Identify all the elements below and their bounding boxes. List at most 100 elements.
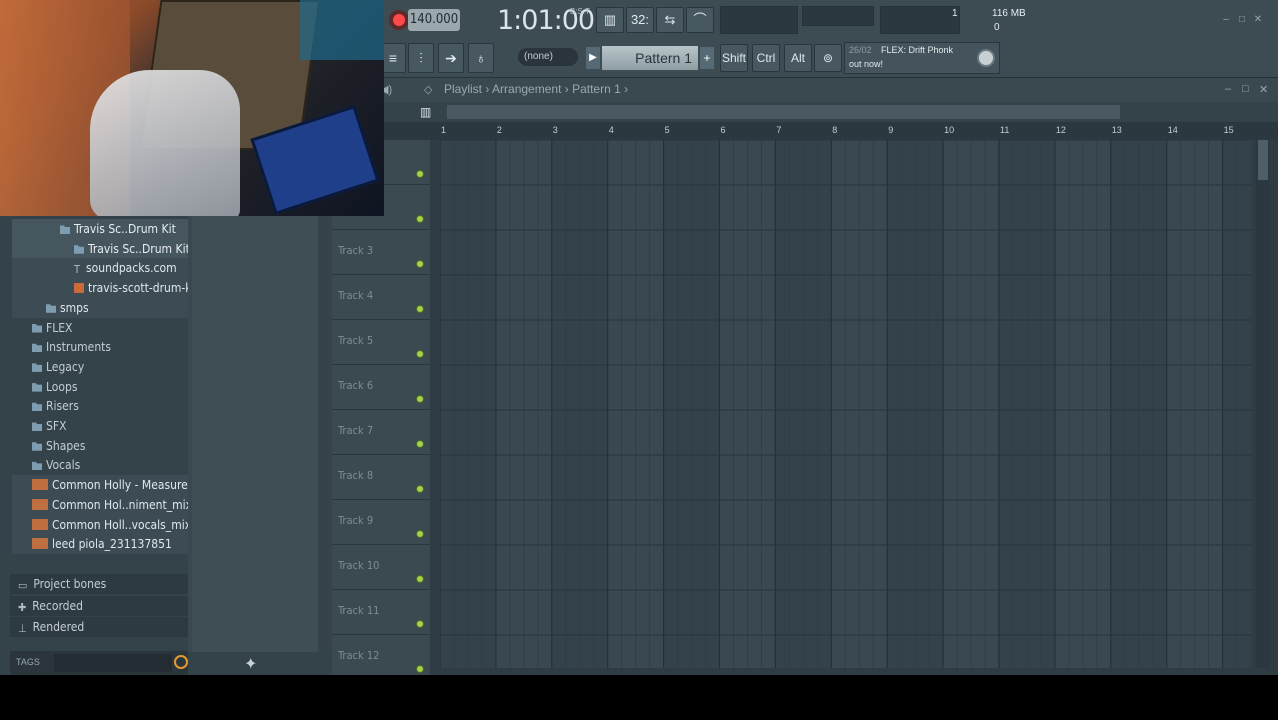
browser-item[interactable]: travis-scott-drum-kit	[12, 278, 199, 299]
folder-icon	[32, 461, 42, 471]
track-header[interactable]: Track 11	[332, 590, 430, 635]
typing-keyboard-icon[interactable]: ▥	[596, 7, 624, 33]
news-panel[interactable]: 26/02 FLEX: Drift Phonk out now!	[844, 42, 1000, 74]
pattern-prev-button[interactable]: ▶	[586, 47, 600, 69]
mixer-icon[interactable]: ⫶	[408, 43, 434, 73]
folder-icon	[32, 343, 42, 353]
track-header[interactable]: Track 12	[332, 635, 430, 675]
arrow-right-icon[interactable]: ➔	[438, 43, 464, 73]
browser-item[interactable]: Instruments	[12, 337, 188, 357]
track-header-column: Track 3 Track 4 Track 5 Track 6 Track 7 Track…	[332, 140, 430, 675]
news-badge-icon[interactable]	[977, 49, 995, 67]
browser-item[interactable]: Travis Sc..Drum Kit	[12, 219, 188, 239]
browser-item[interactable]: Common Holl..vocals_mixed	[12, 514, 204, 535]
shift-button[interactable]: Shift	[720, 44, 748, 72]
preview-area	[192, 216, 318, 652]
app-close-icon[interactable]: ✕	[1252, 14, 1264, 26]
vertical-scrollbar[interactable]	[1256, 122, 1270, 668]
tags-input[interactable]	[54, 654, 172, 672]
track-header[interactable]: Track 9	[332, 500, 430, 545]
track-mute-led[interactable]	[416, 620, 424, 628]
alt-button[interactable]: Alt	[784, 44, 812, 72]
bar-number: 1	[441, 125, 447, 135]
browser-item[interactable]: FLEX	[12, 318, 188, 338]
track-label: Track 12	[338, 649, 380, 662]
track-header[interactable]: Track 7	[332, 410, 430, 455]
browser-section[interactable]: ▭ Project bones	[10, 574, 188, 594]
browser-item-label: smps	[60, 300, 89, 315]
track-mute-led[interactable]	[416, 440, 424, 448]
bar-number: 3	[552, 125, 558, 135]
recorded-icon: ✚	[18, 600, 27, 614]
track-mute-led[interactable]	[416, 215, 424, 223]
browser-item[interactable]: Risers	[12, 396, 188, 416]
time-unit: B:S:T	[570, 7, 591, 16]
browser-item-label: FLEX	[46, 320, 73, 335]
tempo-display[interactable]: 140.000	[408, 9, 460, 31]
horizontal-scrollbar[interactable]	[447, 105, 1120, 119]
pattern-selector[interactable]: Pattern 1	[602, 46, 698, 70]
add-pattern-button[interactable]: +	[700, 47, 714, 69]
app-minimize-icon[interactable]: –	[1220, 14, 1232, 26]
track-header[interactable]: Track 8	[332, 455, 430, 500]
bar-number: 9	[888, 125, 894, 135]
bar-number: 12	[1055, 125, 1066, 135]
loop-record-icon[interactable]: ⇆	[656, 7, 684, 33]
piano-icon[interactable]: ▥	[420, 105, 431, 119]
track-mute-led[interactable]	[416, 575, 424, 583]
browser-item[interactable]: Vocals	[12, 455, 188, 475]
browser-panel: Travis Sc..Drum Kit Travis Sc..Drum Kit Ts…	[0, 216, 205, 675]
browser-item[interactable]: leed piola_231137851	[12, 534, 188, 555]
browser-item[interactable]: Shapes	[12, 436, 188, 456]
track-mute-led[interactable]	[416, 260, 424, 268]
playlist-grid[interactable]	[440, 140, 1252, 668]
browser-section[interactable]: ⊥ Rendered	[10, 617, 188, 637]
browser-item-label: Legacy	[46, 359, 85, 374]
browser-item[interactable]: Legacy	[12, 357, 188, 377]
file-icon	[74, 283, 84, 294]
track-mute-led[interactable]	[416, 395, 424, 403]
track-mute-led[interactable]	[416, 530, 424, 538]
master-volume[interactable]	[802, 6, 874, 26]
browser-item[interactable]: Travis Sc..Drum Kit	[12, 238, 190, 259]
browser-item[interactable]: Loops	[12, 377, 188, 397]
browser-item[interactable]: Tsoundpacks.com	[12, 258, 188, 279]
playlist-title: Playlist › Arrangement › Pattern 1 ›	[444, 82, 629, 96]
maximize-icon[interactable]: □	[1242, 83, 1249, 95]
track-header[interactable]: Track 10	[332, 545, 430, 590]
pattern-filter-select[interactable]: (none)	[518, 48, 578, 66]
record-button[interactable]	[389, 10, 409, 30]
browser-section[interactable]: ✚ Recorded	[10, 595, 188, 616]
search-icon[interactable]	[174, 655, 188, 669]
track-mute-led[interactable]	[416, 485, 424, 493]
track-header[interactable]: Track 5	[332, 320, 430, 365]
online-icon[interactable]: ⊚	[814, 44, 842, 72]
app-maximize-icon[interactable]: □	[1236, 14, 1248, 26]
arrow-icon[interactable]: ◇	[424, 83, 432, 96]
track-header[interactable]: Track 6	[332, 365, 430, 410]
ctrl-button[interactable]: Ctrl	[752, 44, 780, 72]
metronome-icon[interactable]: ⌒	[686, 7, 714, 33]
track-header[interactable]: Track 3	[332, 230, 430, 275]
browser-item[interactable]: smps	[12, 297, 188, 318]
folder-icon	[32, 383, 42, 392]
step-edit-icon[interactable]: 32:	[626, 7, 654, 33]
browser-item[interactable]: SFX	[12, 416, 188, 436]
browser-item[interactable]: Common Holly - Measured	[12, 475, 195, 496]
bar-ruler[interactable]: 1 2 3 4 5 6 7 8 9 10 11 12 13 14 15	[332, 122, 1278, 140]
microphone-icon[interactable]: ♁	[468, 43, 494, 73]
close-icon[interactable]: ✕	[1259, 83, 1268, 96]
preview-scrollbar[interactable]	[318, 216, 332, 652]
track-mute-led[interactable]	[416, 170, 424, 178]
track-mute-led[interactable]	[416, 305, 424, 313]
browser-item[interactable]: Common Hol..niment_mixed	[12, 494, 205, 515]
track-header[interactable]: Track 4	[332, 275, 430, 320]
hint-panel	[720, 6, 798, 34]
vertical-scroll-thumb[interactable]	[1258, 140, 1268, 180]
minimize-icon[interactable]: –	[1225, 83, 1231, 95]
track-mute-led[interactable]	[416, 350, 424, 358]
track-mute-led[interactable]	[416, 665, 424, 673]
add-icon[interactable]: ✦	[244, 654, 257, 674]
text-icon: T	[74, 263, 81, 277]
track-label: Track 6	[338, 379, 374, 392]
